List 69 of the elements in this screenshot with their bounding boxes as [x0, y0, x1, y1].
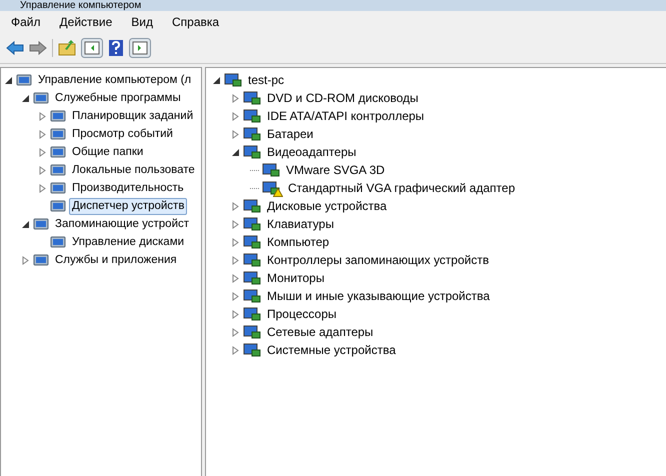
tree-item[interactable]: Просмотр событий	[69, 126, 176, 142]
device-item[interactable]: Батареи	[264, 126, 316, 142]
forward-arrow-icon[interactable]	[29, 41, 47, 55]
device-item[interactable]: Видеоадаптеры	[264, 144, 360, 160]
device-icon	[243, 216, 261, 232]
node-icon	[50, 126, 66, 142]
tree-item[interactable]: Планировщик заданий	[69, 108, 196, 124]
device-icon	[243, 108, 261, 124]
tree-item[interactable]: Служебные программы	[52, 90, 184, 106]
node-icon	[50, 198, 66, 214]
help-icon[interactable]	[108, 39, 124, 57]
device-item[interactable]: Дисковые устройства	[264, 198, 390, 214]
device-icon	[243, 126, 261, 142]
device-item[interactable]: Сетевые адаптеры	[264, 324, 376, 340]
node-icon	[16, 72, 32, 88]
back-arrow-icon[interactable]	[6, 41, 24, 55]
node-icon	[50, 234, 66, 250]
pane-toggle-icon[interactable]	[81, 38, 103, 58]
tree-item[interactable]: Производительность	[69, 180, 187, 196]
menu-item[interactable]: Действие	[60, 15, 112, 29]
tree-item[interactable]: Диспетчер устройств	[69, 198, 188, 214]
expander-icon[interactable]	[4, 76, 13, 84]
device-item[interactable]: Мониторы	[264, 270, 328, 286]
device-item[interactable]: Стандартный VGA графический адаптер	[285, 180, 518, 196]
device-item[interactable]: Компьютер	[264, 234, 332, 250]
node-icon	[50, 162, 66, 178]
expander-icon[interactable]	[212, 76, 221, 84]
device-item[interactable]: Процессоры	[264, 306, 340, 322]
device-item[interactable]: IDE ATA/ATAPI контроллеры	[264, 108, 428, 124]
device-icon	[243, 144, 261, 160]
device-item[interactable]: Мыши и иные указывающие устройства	[264, 288, 493, 304]
tree-item[interactable]: Общие папки	[69, 144, 146, 160]
pane-toggle-icon[interactable]	[129, 38, 151, 58]
menu-item[interactable]: Вид	[131, 15, 153, 29]
tree-item[interactable]: Управление компьютером (л	[35, 72, 194, 88]
device-icon	[243, 198, 261, 214]
device-icon	[262, 162, 280, 178]
device-icon	[243, 234, 261, 250]
tree-item[interactable]: Управление дисками	[69, 234, 188, 250]
device-icon	[224, 72, 242, 88]
expander-icon[interactable]	[231, 148, 240, 156]
device-icon	[243, 90, 261, 106]
node-icon	[33, 90, 49, 106]
expander-icon[interactable]	[21, 220, 30, 228]
node-icon	[33, 252, 49, 268]
device-icon	[243, 342, 261, 358]
device-item[interactable]: Клавиатуры	[264, 216, 337, 232]
node-icon	[50, 108, 66, 124]
device-icon	[243, 270, 261, 286]
device-icon	[243, 306, 261, 322]
expander-icon[interactable]	[21, 94, 30, 102]
folder-up-icon[interactable]	[58, 40, 76, 56]
node-icon	[50, 180, 66, 196]
device-item[interactable]: DVD и CD-ROM дисководы	[264, 90, 422, 106]
tree-item[interactable]: Локальные пользовате	[69, 162, 198, 178]
window-title: Управление компьютером	[20, 0, 142, 11]
node-icon	[33, 216, 49, 232]
node-icon	[50, 144, 66, 160]
device-item[interactable]: test-pc	[245, 72, 288, 88]
menu-item[interactable]: Справка	[172, 15, 220, 29]
tree-item[interactable]: Службы и приложения	[52, 252, 180, 268]
tree-item[interactable]: Запоминающие устройст	[52, 216, 192, 232]
device-item[interactable]: Контроллеры запоминающих устройств	[264, 252, 492, 268]
device-icon	[243, 288, 261, 304]
device-icon	[243, 252, 261, 268]
device-icon	[243, 324, 261, 340]
device-item[interactable]: VMware SVGA 3D	[283, 162, 388, 178]
device-item[interactable]: Системные устройства	[264, 342, 399, 358]
menu-item[interactable]: Файл	[11, 15, 41, 29]
